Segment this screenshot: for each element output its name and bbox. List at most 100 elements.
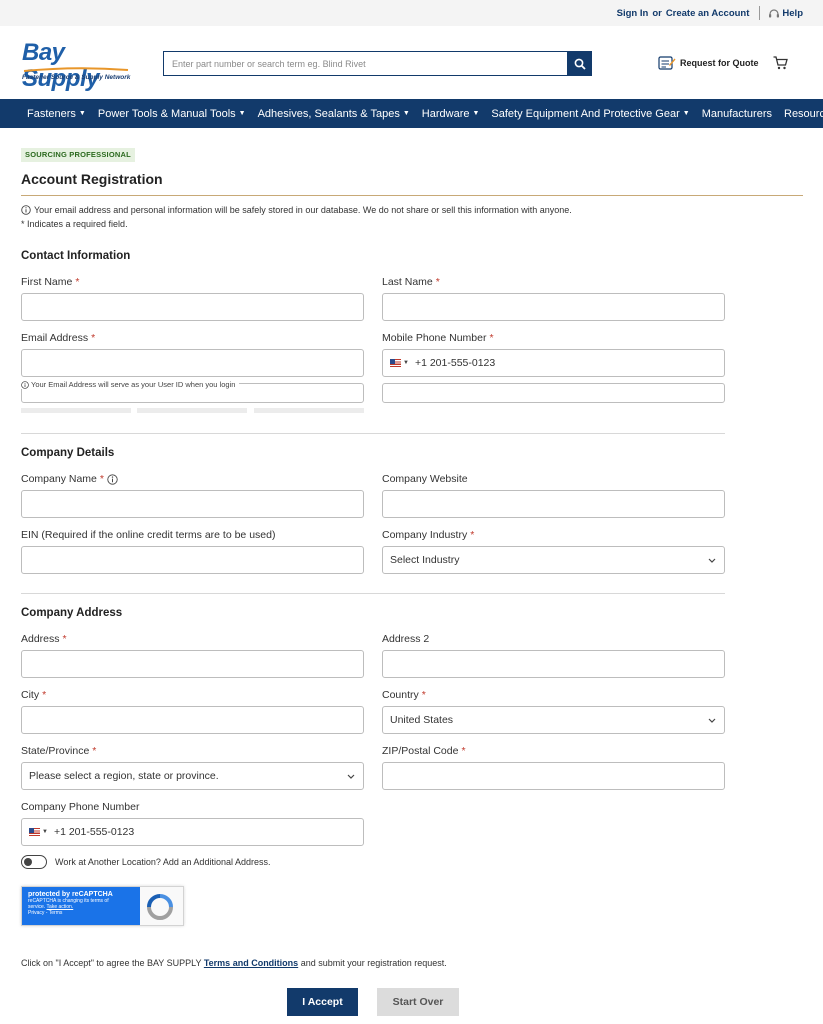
zip-field[interactable] <box>382 762 725 790</box>
required-marker: * <box>99 473 104 485</box>
label-text: Company Name <box>21 473 97 485</box>
address-section-title: Company Address <box>21 607 123 619</box>
additional-address-label: Work at Another Location? Add an Additio… <box>55 857 271 867</box>
first-name-field[interactable] <box>21 293 364 321</box>
nav-item-power-tools[interactable]: Power Tools & Manual Tools ▼ <box>98 108 246 120</box>
nav-item-adhesives[interactable]: Adhesives, Sealants & Tapes ▼ <box>258 108 410 120</box>
company-industry-select[interactable]: Select Industry <box>382 546 725 574</box>
additional-address-toggle[interactable] <box>21 855 47 869</box>
address-label: Address * <box>21 633 67 645</box>
address-field[interactable] <box>21 650 364 678</box>
password-strength-segment <box>21 408 131 413</box>
city-label: City * <box>21 689 46 701</box>
search-input[interactable] <box>163 51 567 76</box>
account-links: Sign In or Create an Account Help <box>617 6 803 20</box>
company-website-field[interactable] <box>382 490 725 518</box>
nav-item-fasteners[interactable]: Fasteners ▼ <box>27 108 86 120</box>
required-marker: * <box>461 745 466 757</box>
page-title: Account Registration <box>21 171 163 187</box>
logo-wordmark: Bay Supply <box>22 39 100 92</box>
zip-label: ZIP/Postal Code * <box>382 745 466 757</box>
chevron-down-icon <box>708 558 716 563</box>
chevron-down-icon: ▼ <box>682 110 690 117</box>
us-flag-icon[interactable] <box>390 359 401 367</box>
recaptcha-logo-icon <box>147 894 173 920</box>
required-marker: * <box>62 633 67 645</box>
label-text: Mobile Phone Number <box>382 332 487 344</box>
toggle-knob <box>24 858 32 866</box>
recaptcha-badge[interactable]: protected by reCAPTCHA reCAPTCHA is chan… <box>21 886 184 926</box>
bay-supply-logo[interactable]: Bay Supply Fastener Source & Supply Netw… <box>22 40 134 92</box>
label-text: Email Address <box>21 332 89 344</box>
company-industry-label: Company Industry * <box>382 529 474 541</box>
label-text: Last Name <box>382 276 433 288</box>
industry-selected-value: Select Industry <box>390 554 460 566</box>
recaptcha-privacy-link[interactable]: Privacy <box>28 910 44 916</box>
required-marker: * <box>421 689 426 701</box>
nav-label: Power Tools & Manual Tools <box>97 107 236 120</box>
request-for-quote-link[interactable]: Request for Quote <box>658 55 759 71</box>
label-text: State/Province <box>21 745 90 757</box>
company-section-title: Company Details <box>21 447 115 459</box>
chevron-down-icon: ▼ <box>402 110 410 117</box>
mobile-phone-field[interactable]: ▼ +1 201-555-0123 <box>382 349 725 377</box>
label-text: Company Website <box>382 473 468 485</box>
state-select[interactable]: Please select a region, state or provinc… <box>21 762 364 790</box>
country-select[interactable]: United States <box>382 706 725 734</box>
label-text: City <box>21 689 40 701</box>
nav-item-resources[interactable]: Resources <box>784 108 823 120</box>
country-selected-value: United States <box>390 714 454 726</box>
info-icon[interactable] <box>107 473 118 485</box>
nav-label: Hardware <box>421 107 470 120</box>
headset-icon <box>769 8 780 17</box>
nav-item-hardware[interactable]: Hardware ▼ <box>422 108 480 120</box>
address2-field[interactable] <box>382 650 725 678</box>
chevron-down-icon: ▼ <box>78 110 86 117</box>
recaptcha-title: protected by reCAPTCHA <box>28 891 113 898</box>
required-field-note: * Indicates a required field. <box>21 219 128 229</box>
search-button[interactable] <box>567 51 592 76</box>
terms-and-conditions-link[interactable]: Terms and Conditions <box>204 958 298 968</box>
cart-button[interactable] <box>773 56 788 73</box>
recaptcha-terms-link[interactable]: Terms <box>49 910 63 916</box>
main-nav: Fasteners ▼ Power Tools & Manual Tools ▼ A… <box>0 99 823 128</box>
label-text: First Name <box>21 276 73 288</box>
nav-item-manufacturers[interactable]: Manufacturers <box>702 108 772 120</box>
caret-down-icon[interactable]: ▼ <box>403 360 409 366</box>
label-text: Address <box>21 633 60 645</box>
info-icon <box>21 380 29 389</box>
state-selected-value: Please select a region, state or provinc… <box>29 770 219 782</box>
us-flag-icon[interactable] <box>29 828 40 836</box>
company-name-field[interactable] <box>21 490 364 518</box>
info-icon <box>21 205 31 215</box>
city-field[interactable] <box>21 706 364 734</box>
create-account-link[interactable]: Create an Account <box>666 8 750 19</box>
rfq-label: Request for Quote <box>680 58 759 68</box>
i-accept-button[interactable]: I Accept <box>287 988 358 1016</box>
help-label: Help <box>782 7 803 19</box>
password-strength-segment <box>254 408 364 413</box>
ein-field[interactable] <box>21 546 364 574</box>
or-text: or <box>652 7 662 19</box>
confirm-password-field[interactable] <box>382 383 725 403</box>
divider <box>759 6 761 20</box>
nav-item-safety-equipment[interactable]: Safety Equipment And Protective Gear ▼ <box>491 108 689 120</box>
logo-swoosh-icon <box>23 67 129 72</box>
mobile-phone-value: +1 201-555-0123 <box>414 357 496 369</box>
nav-label: Fasteners <box>27 107 76 120</box>
company-phone-field[interactable]: ▼ +1 201-555-0123 <box>21 818 364 846</box>
caret-down-icon[interactable]: ▼ <box>42 829 48 835</box>
help-link[interactable]: Help <box>768 8 803 19</box>
search-icon <box>574 58 586 70</box>
sign-in-link[interactable]: Sign In <box>617 8 649 19</box>
chevron-down-icon: ▼ <box>472 110 480 117</box>
email-field[interactable] <box>21 349 364 377</box>
start-over-button[interactable]: Start Over <box>377 988 459 1016</box>
last-name-field[interactable] <box>382 293 725 321</box>
sourcing-professional-badge: SOURCING PROFESSIONAL <box>21 148 135 162</box>
agree-suffix: and submit your registration request. <box>300 958 447 968</box>
required-marker: * <box>470 529 475 541</box>
label-text: Country <box>382 689 419 701</box>
cart-icon <box>773 56 788 70</box>
label-text: Company Industry <box>382 529 468 541</box>
